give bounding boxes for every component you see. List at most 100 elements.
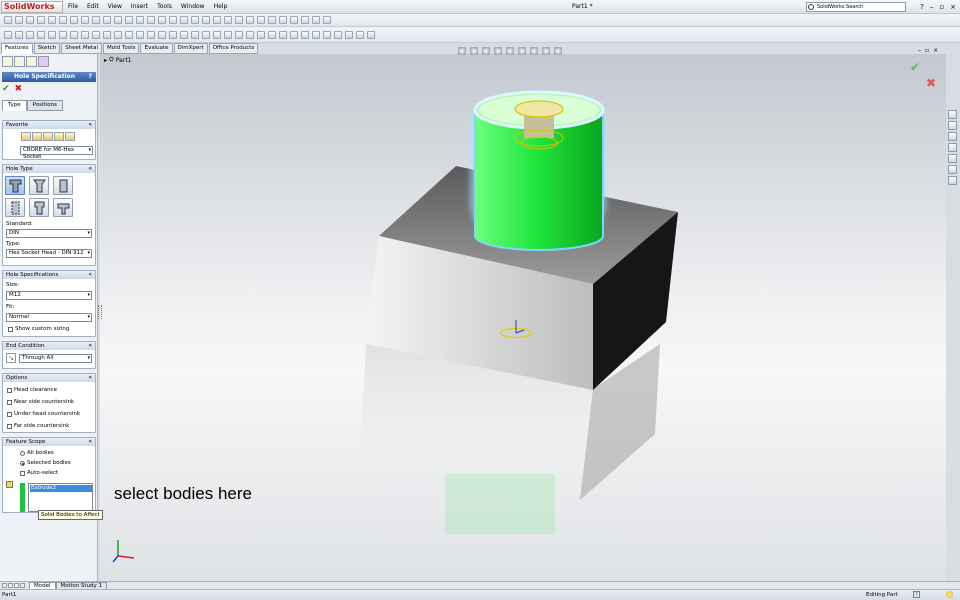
appearance-icon[interactable]: [542, 47, 550, 55]
tab-positions[interactable]: Positions: [26, 100, 63, 111]
view-palette-icon[interactable]: [948, 154, 957, 163]
toolbar-icon[interactable]: [224, 30, 232, 39]
toolbar-icon[interactable]: [290, 30, 298, 39]
toolbar-icon[interactable]: [114, 30, 122, 39]
minimize-icon[interactable]: –: [930, 2, 934, 12]
tab-dimxpert[interactable]: DimXpert: [173, 43, 208, 54]
checkbox-box[interactable]: [8, 326, 13, 332]
toolbar-icon[interactable]: [15, 30, 23, 39]
design-library-icon[interactable]: [948, 121, 957, 130]
toolbar-icon[interactable]: [279, 30, 287, 39]
cancel-x-icon[interactable]: ✖: [15, 84, 23, 94]
menu-edit[interactable]: Edit: [87, 2, 99, 12]
collapse-icon[interactable]: «: [88, 121, 92, 129]
toolbar-icon[interactable]: [323, 30, 331, 39]
apply-defaults-icon[interactable]: [21, 132, 31, 141]
size-select[interactable]: M12 ▾: [6, 291, 92, 300]
toolbar-icon[interactable]: [136, 30, 144, 39]
toolbar-icon[interactable]: [213, 16, 221, 24]
toolbar-icon[interactable]: [180, 16, 188, 24]
toolbar-icon[interactable]: [158, 30, 166, 39]
toolbar-icon[interactable]: [70, 30, 78, 39]
checkbox-box[interactable]: [7, 411, 12, 417]
toolbar-icon[interactable]: [323, 16, 331, 24]
checkbox-box[interactable]: [7, 399, 12, 405]
restore-icon[interactable]: ▫: [925, 47, 929, 54]
toolbar-icon[interactable]: [136, 16, 144, 24]
close-icon[interactable]: ×: [950, 2, 956, 12]
toolbar-icon[interactable]: [180, 30, 188, 39]
panel-splitter[interactable]: [98, 305, 102, 319]
toolbar-icon[interactable]: [81, 16, 89, 24]
toolbar-icon[interactable]: [37, 16, 45, 24]
hole-button[interactable]: [53, 176, 73, 195]
toolbar-icon[interactable]: [235, 16, 243, 24]
toolbar-icon[interactable]: [147, 30, 155, 39]
restore-icon[interactable]: ▫: [939, 2, 944, 12]
toolbar-icon[interactable]: [367, 30, 375, 39]
toolbar-icon[interactable]: [235, 30, 243, 39]
menu-window[interactable]: Window: [181, 2, 205, 12]
toolbar-icon[interactable]: [202, 16, 210, 24]
radio-dot[interactable]: [20, 450, 25, 456]
delete-favorite-icon[interactable]: [54, 132, 64, 141]
file-explorer-icon[interactable]: [948, 132, 957, 141]
toolbar-icon[interactable]: [70, 16, 78, 24]
toolbar-icon[interactable]: [202, 30, 210, 39]
collapse-icon[interactable]: «: [88, 342, 92, 350]
toolbar-icon[interactable]: [169, 16, 177, 24]
help-icon[interactable]: ?: [920, 2, 924, 12]
scene-icon[interactable]: [554, 47, 562, 55]
toolbar-icon[interactable]: [15, 16, 23, 24]
group-header[interactable]: Hole Type «: [3, 165, 95, 173]
toolbar-icon[interactable]: [191, 30, 199, 39]
toolbar-icon[interactable]: [81, 30, 89, 39]
head-clearance-checkbox[interactable]: Head clearance: [7, 387, 57, 393]
toolbar-icon[interactable]: [268, 16, 276, 24]
group-header[interactable]: Favorite «: [3, 121, 95, 129]
feature-manager-icon[interactable]: [2, 56, 13, 67]
menu-file[interactable]: File: [68, 2, 78, 12]
group-header[interactable]: Hole Specifications «: [3, 271, 95, 279]
bodies-selection-box[interactable]: Extrude2: [28, 483, 93, 512]
under-head-countersink-checkbox[interactable]: Under head countersink: [7, 411, 80, 417]
toolbar-icon[interactable]: [334, 30, 342, 39]
toolbar-icon[interactable]: [147, 16, 155, 24]
toolbar-icon[interactable]: [92, 16, 100, 24]
group-header[interactable]: Options «: [3, 374, 95, 382]
toolbar-icon[interactable]: [103, 16, 111, 24]
toolbar-icon[interactable]: [213, 30, 221, 39]
menu-tools[interactable]: Tools: [157, 2, 172, 12]
toolbar-icon[interactable]: [169, 30, 177, 39]
property-manager-icon[interactable]: [14, 56, 25, 67]
menu-help[interactable]: Help: [214, 2, 228, 12]
hide-show-icon[interactable]: [530, 47, 538, 55]
help-icon[interactable]: ?: [913, 591, 920, 598]
display-style-icon[interactable]: [518, 47, 526, 55]
add-favorite-icon[interactable]: [32, 132, 42, 141]
tab-evaluate[interactable]: Evaluate: [140, 43, 173, 54]
zoom-to-fit-icon[interactable]: [458, 47, 466, 55]
tapered-tap-button[interactable]: [29, 198, 49, 217]
toolbar-icon[interactable]: [246, 30, 254, 39]
close-icon[interactable]: ×: [933, 47, 938, 54]
toolbar-icon[interactable]: [114, 16, 122, 24]
update-favorite-icon[interactable]: [43, 132, 53, 141]
countersink-button[interactable]: [29, 176, 49, 195]
toolbar-icon[interactable]: [290, 16, 298, 24]
selected-bodies-radio[interactable]: Selected bodies: [20, 460, 71, 466]
far-side-countersink-checkbox[interactable]: Far side countersink: [7, 423, 69, 429]
collapse-icon[interactable]: «: [88, 438, 92, 446]
configuration-manager-icon[interactable]: [26, 56, 37, 67]
toolbar-icon[interactable]: [26, 30, 34, 39]
toolbar-icon[interactable]: [224, 16, 232, 24]
rebuild-light-icon[interactable]: [946, 591, 953, 598]
ok-check-icon[interactable]: ✔: [2, 84, 10, 94]
search-icon[interactable]: [948, 143, 957, 152]
toolbar-icon[interactable]: [26, 16, 34, 24]
reverse-direction-icon[interactable]: ↘: [6, 353, 16, 363]
solidworks-logo[interactable]: SolidWorks: [1, 1, 63, 13]
toolbar-icon[interactable]: [158, 16, 166, 24]
toolbar-icon[interactable]: [4, 16, 12, 24]
tab-office-products[interactable]: Office Products: [208, 43, 259, 54]
